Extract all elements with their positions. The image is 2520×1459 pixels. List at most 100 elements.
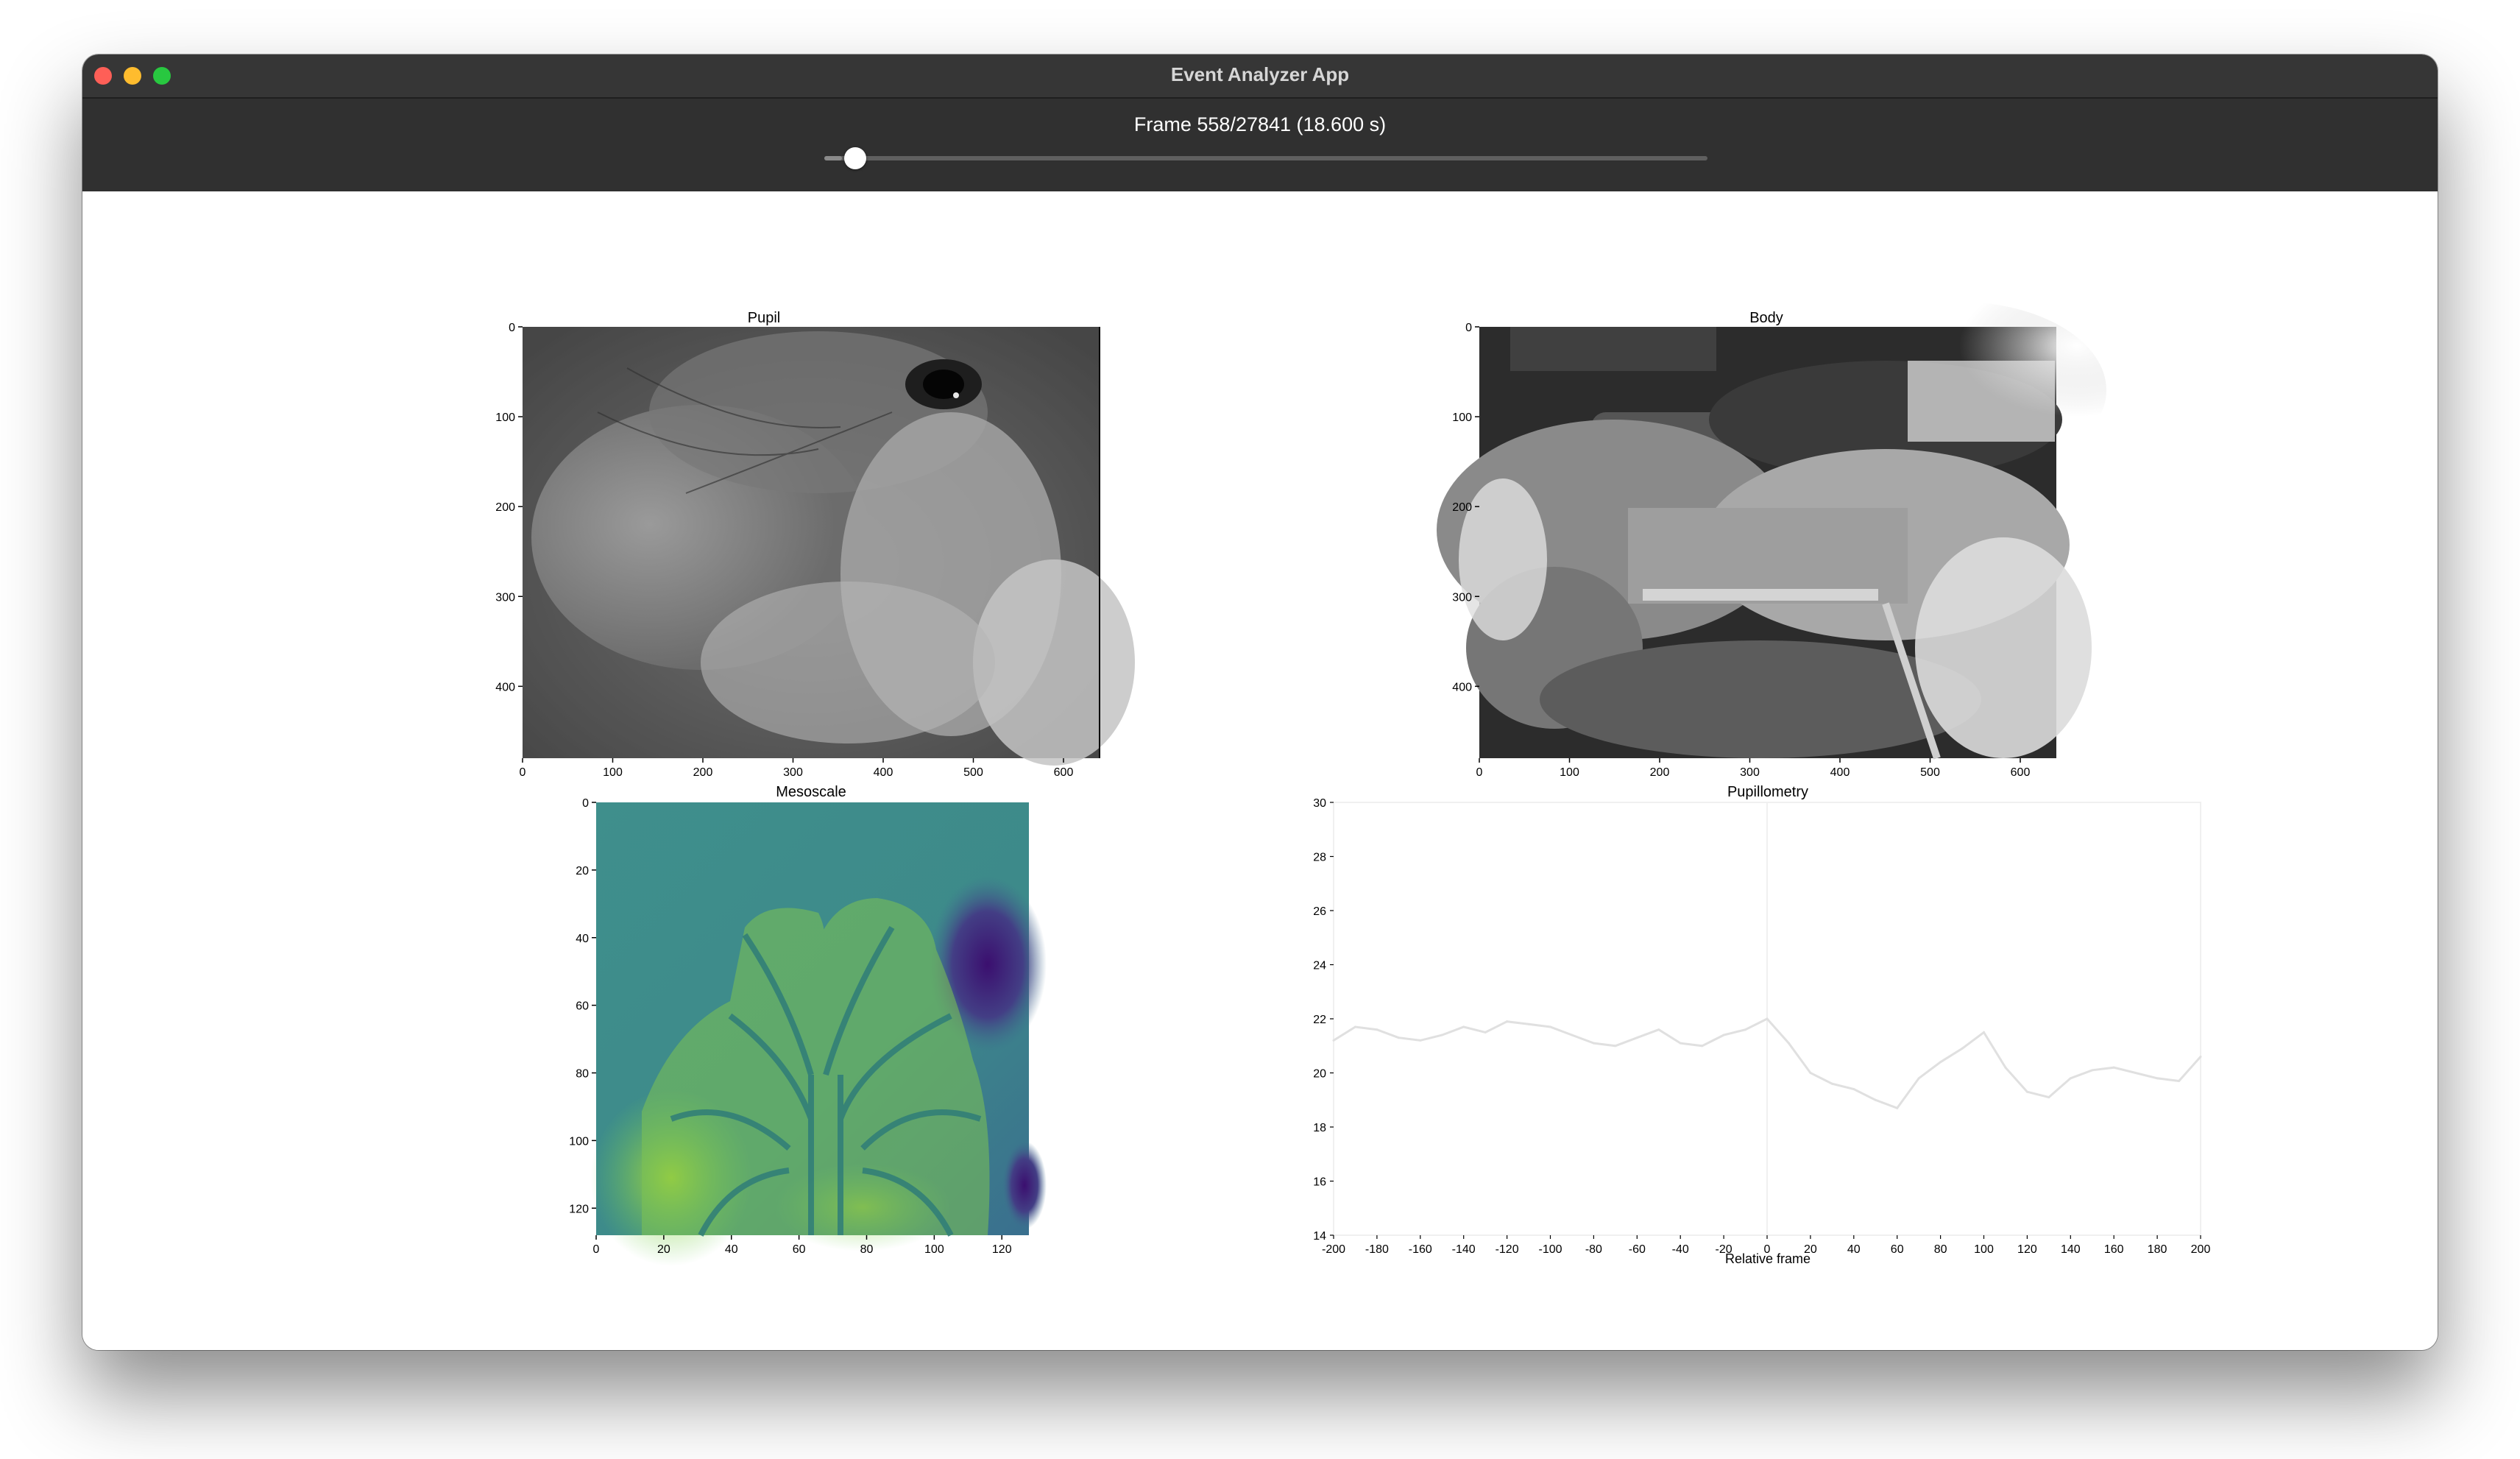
mesoscale-ytick-label: 80 bbox=[576, 1068, 589, 1081]
mesoscale-xtick-label: 60 bbox=[793, 1243, 806, 1256]
body-image bbox=[1437, 302, 2106, 760]
pupil-ytick-label: 200 bbox=[495, 501, 515, 514]
pupil-xtick-label: 400 bbox=[874, 766, 893, 779]
pupillometry-point bbox=[2112, 1066, 2115, 1069]
chart-xtick-label: -60 bbox=[1629, 1243, 1646, 1256]
pupillometry-point bbox=[1419, 1039, 1422, 1042]
window-title: Event Analyzer App bbox=[1170, 63, 1350, 85]
pupil-panel: Pupil 0 100 200 300 400 500 600 0 100 200 300 400 bbox=[495, 310, 1135, 779]
chart-xtick-label: 40 bbox=[1847, 1243, 1861, 1256]
pupillometry-point bbox=[2048, 1096, 2050, 1099]
pupillometry-axis-ticks: -200 -180 -160 -140 -120 -100 -80 -60 -40 -20 0 20 4… bbox=[1313, 797, 2210, 1256]
frame-controls: Frame 558/27841 (18.600 s) bbox=[82, 99, 2438, 191]
pupillometry-point bbox=[2091, 1069, 2094, 1072]
title-bar: Event Analyzer App bbox=[82, 54, 2438, 99]
pupillometry-point bbox=[1353, 1025, 1356, 1028]
mesoscale-ytick-label: 60 bbox=[576, 1000, 589, 1013]
pupillometry-point bbox=[1939, 1061, 1942, 1064]
pupillometry-point bbox=[1506, 1020, 1509, 1023]
mesoscale-ytick-label: 20 bbox=[576, 865, 589, 877]
pupillometry-point bbox=[2069, 1077, 2072, 1080]
chart-xtick-label: -80 bbox=[1585, 1243, 1602, 1256]
pupillometry-point bbox=[2156, 1077, 2159, 1080]
chart-xtick-label: 60 bbox=[1891, 1243, 1904, 1256]
chart-xtick-label: 180 bbox=[2148, 1243, 2167, 1256]
body-xtick-label: 0 bbox=[1476, 766, 1483, 779]
pupil-ytick-label: 300 bbox=[495, 591, 515, 604]
mesoscale-ytick-label: 0 bbox=[582, 797, 589, 810]
frame-slider-thumb[interactable] bbox=[844, 147, 866, 169]
body-ytick-label: 300 bbox=[1452, 591, 1472, 604]
mesoscale-xtick-label: 20 bbox=[657, 1243, 670, 1256]
chart-ytick-label: 30 bbox=[1313, 797, 1326, 810]
frame-label: Frame 558/27841 (18.600 s) bbox=[1133, 113, 1387, 135]
chart-ytick-label: 14 bbox=[1313, 1230, 1326, 1243]
chart-xtick-label: -180 bbox=[1365, 1243, 1389, 1256]
pupillometry-point bbox=[1766, 1017, 1769, 1020]
chart-ytick-label: 24 bbox=[1313, 960, 1326, 972]
body-title: Body bbox=[1749, 310, 1783, 326]
mesoscale-title: Mesoscale bbox=[776, 784, 846, 800]
chart-xtick-label: -140 bbox=[1452, 1243, 1476, 1256]
body-xtick-label: 200 bbox=[1650, 766, 1670, 779]
pupillometry-point bbox=[2178, 1080, 2181, 1083]
pupillometry-point bbox=[1657, 1028, 1660, 1031]
chart-xtick-label: 160 bbox=[2104, 1243, 2124, 1256]
mesoscale-image bbox=[590, 802, 1047, 1266]
pupillometry-point bbox=[1484, 1031, 1487, 1034]
pupillometry-point bbox=[1635, 1036, 1638, 1039]
x-axis-label: Relative frame bbox=[1725, 1251, 1811, 1266]
pupillometry-point bbox=[1571, 1034, 1574, 1036]
pupil-xtick-label: 300 bbox=[783, 766, 803, 779]
pupillometry-point bbox=[1440, 1034, 1443, 1036]
pupil-xtick-label: 0 bbox=[520, 766, 526, 779]
pupil-image bbox=[523, 327, 1135, 766]
frame-slider-track[interactable] bbox=[824, 156, 1707, 160]
pupillometry-point bbox=[2004, 1066, 2007, 1069]
pupillometry-point bbox=[1592, 1042, 1595, 1045]
pupillometry-point bbox=[1787, 1042, 1790, 1045]
chart-xtick-label: -120 bbox=[1496, 1243, 1519, 1256]
chart-ytick-label: 20 bbox=[1313, 1068, 1326, 1081]
pupillometry-point bbox=[1917, 1077, 1920, 1080]
mesoscale-xtick-label: 40 bbox=[725, 1243, 738, 1256]
pupillometry-point bbox=[1462, 1025, 1465, 1028]
body-xtick-label: 500 bbox=[1920, 766, 1940, 779]
pupillometry-point bbox=[1701, 1045, 1704, 1048]
pupillometry-point bbox=[1961, 1047, 1964, 1050]
pupillometry-point bbox=[2025, 1090, 2028, 1093]
pupillometry-point bbox=[1614, 1045, 1617, 1048]
mesoscale-xtick-label: 120 bbox=[992, 1243, 1012, 1256]
pupillometry-point bbox=[1830, 1082, 1833, 1085]
body-ytick-label: 200 bbox=[1452, 501, 1472, 514]
mesoscale-ytick-label: 40 bbox=[576, 933, 589, 945]
pupillometry-point bbox=[2199, 1055, 2202, 1058]
chart-xtick-label: 100 bbox=[1974, 1243, 1994, 1256]
pupillometry-title: Pupillometry bbox=[1727, 784, 1808, 800]
pupillometry-point bbox=[1549, 1025, 1551, 1028]
pupil-xtick-label: 100 bbox=[603, 766, 623, 779]
chart-ytick-label: 28 bbox=[1313, 852, 1326, 864]
figure-canvas: Pupil 0 100 200 300 400 500 6000100200300400 bbox=[495, 302, 2210, 1266]
chart-xtick-label: -200 bbox=[1322, 1243, 1345, 1256]
body-xtick-label: 400 bbox=[1830, 766, 1850, 779]
plots-area: Pupil 0 100 200 300 400 500 600 0 100 200 300 400 bbox=[82, 191, 2438, 1350]
pupillometry-point bbox=[1809, 1072, 1812, 1074]
mesoscale-xtick-label: 80 bbox=[860, 1243, 874, 1256]
mesoscale-ytick-label: 100 bbox=[569, 1135, 589, 1148]
app-window: Event Analyzer App Frame 558/27841 (18.6… bbox=[82, 54, 2438, 1350]
pupillometry-point bbox=[1679, 1042, 1682, 1045]
pupillometry-point bbox=[1722, 1034, 1725, 1036]
chart-xtick-label: 200 bbox=[2191, 1243, 2211, 1256]
chart-ytick-label: 26 bbox=[1313, 905, 1326, 918]
pupillometry-point bbox=[2134, 1072, 2137, 1074]
pupillometry-point bbox=[1852, 1088, 1855, 1091]
mesoscale-xtick-label: 0 bbox=[593, 1243, 600, 1256]
chart-xtick-label: 120 bbox=[2017, 1243, 2037, 1256]
mesoscale-panel: Mesoscale 0 20 40 60 80 100 120 0 20 40 60 80 100 120 bbox=[569, 784, 1047, 1266]
pupillometry-point bbox=[1397, 1036, 1400, 1039]
pupillometry-point bbox=[1527, 1022, 1530, 1025]
pupil-title: Pupil bbox=[748, 310, 780, 326]
chart-xtick-label: -40 bbox=[1672, 1243, 1689, 1256]
body-panel: Body 0 100 200 300 400 500 6000100200300… bbox=[1437, 302, 2106, 779]
